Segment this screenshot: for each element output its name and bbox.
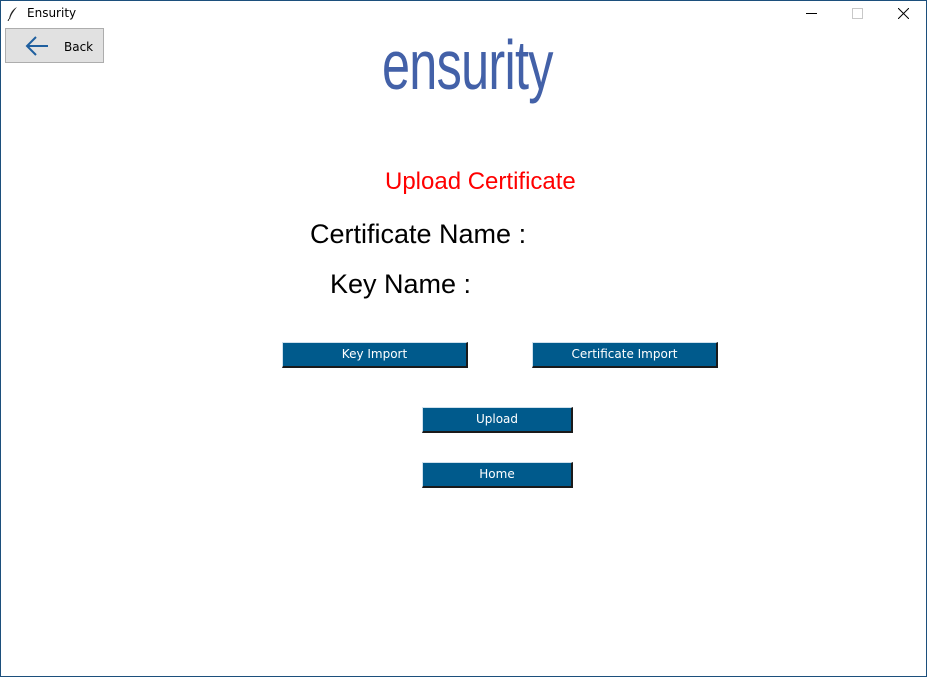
- feather-icon: [7, 6, 19, 22]
- minimize-icon: [806, 13, 817, 14]
- title-bar: Ensurity: [1, 1, 926, 26]
- certificate-name-label: Certificate Name :: [310, 219, 527, 249]
- logo-text: ensurity: [382, 26, 553, 104]
- ensurity-logo: ensurity: [382, 25, 572, 115]
- back-button[interactable]: Back: [5, 28, 104, 63]
- certificate-import-button[interactable]: Certificate Import: [532, 342, 718, 368]
- home-button[interactable]: Home: [422, 462, 573, 488]
- upload-button[interactable]: Upload: [422, 407, 573, 433]
- back-label: Back: [64, 40, 94, 54]
- arrow-left-icon: [25, 36, 49, 60]
- close-button[interactable]: [881, 1, 926, 26]
- close-icon: [898, 8, 909, 19]
- app-window: Ensurity Back ensurity Upload Certificat…: [0, 0, 927, 677]
- window-title: Ensurity: [27, 6, 77, 20]
- page-title: Upload Certificate: [385, 168, 576, 195]
- maximize-button[interactable]: [835, 1, 881, 26]
- key-name-label: Key Name :: [330, 269, 472, 299]
- key-import-button[interactable]: Key Import: [282, 342, 468, 368]
- maximize-icon: [852, 8, 863, 19]
- minimize-button[interactable]: [789, 1, 835, 26]
